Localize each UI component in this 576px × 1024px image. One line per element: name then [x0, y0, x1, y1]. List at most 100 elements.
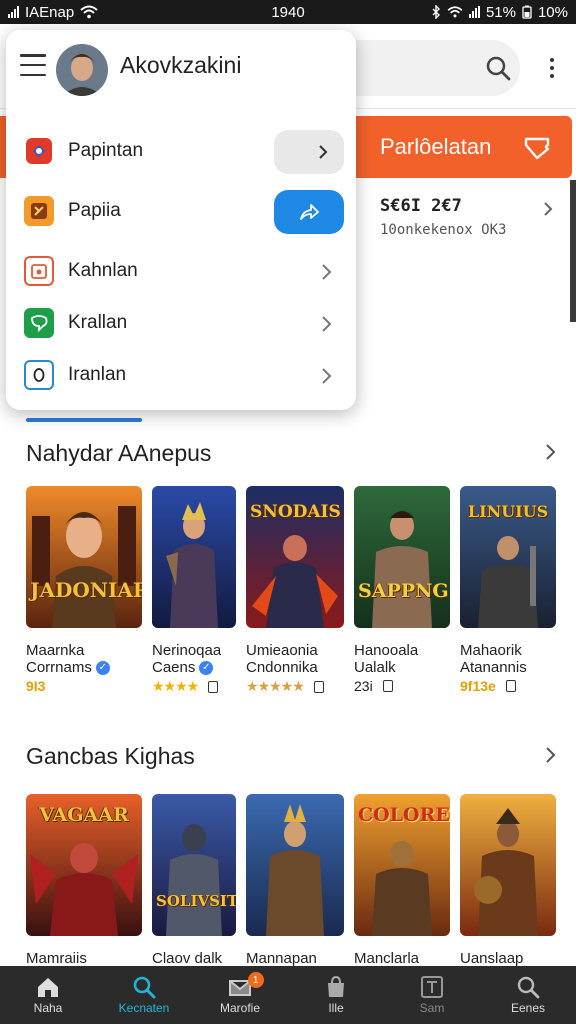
game-art-title: LINUIUS: [467, 502, 549, 521]
bluetooth-icon: [432, 5, 440, 19]
battery-percent: 51%: [485, 3, 516, 21]
tab-indicator: [26, 418, 142, 422]
nav-label: Ille: [328, 1001, 344, 1015]
rating-stars: ★★★★★: [246, 678, 305, 694]
game-title: Mamraiis: [26, 950, 87, 967]
game-title: Maarnka: [26, 642, 85, 659]
more-vert-icon[interactable]: [540, 50, 564, 86]
nav-inbox[interactable]: 1 Marofie: [192, 966, 288, 1024]
notification-badge: 1: [247, 972, 264, 988]
bag-icon: [328, 975, 344, 997]
game-thumbnail: JADONIAR: [26, 486, 142, 628]
game-thumbnail: [460, 794, 556, 936]
zero-doc-icon: [24, 360, 54, 390]
game-thumbnail: [246, 794, 344, 936]
chevron-right-icon[interactable]: [316, 262, 336, 282]
game-thumbnail: SOLIVSITE: [152, 794, 236, 936]
game-developer: Corrnams: [26, 659, 92, 676]
download-icon: [382, 680, 393, 692]
game-card[interactable]: SNODAIS Umieaonia Cndonnika ★★★★★: [246, 486, 344, 695]
status-bar: IAEnap 1940 51% 10%: [0, 0, 576, 24]
game-thumbnail: [152, 486, 236, 628]
drawer-item[interactable]: Kahnlan: [6, 246, 356, 298]
signal-icon: [468, 6, 480, 18]
drawer-item[interactable]: Papintan: [6, 126, 356, 178]
game-card[interactable]: SAPPNG Hanooala Ualalk 23i: [354, 486, 450, 695]
drawer-item[interactable]: Papiia: [6, 186, 356, 238]
game-developer: Ualalk: [354, 659, 396, 676]
nav-bag[interactable]: Ille: [288, 966, 384, 1024]
chevron-right-icon: [319, 145, 328, 159]
game-meta: 9I3: [26, 678, 46, 694]
search-button[interactable]: [478, 48, 518, 88]
nav-home[interactable]: Naha: [0, 966, 96, 1024]
game-card[interactable]: JADONIAR Maarnka Corrnams ✓ 9I3: [26, 486, 142, 695]
account-drawer: Akovkzakini Papintan Papiia Kahnlan Kral…: [6, 30, 356, 410]
game-meta: 9f13e: [460, 678, 496, 694]
download-icon: [505, 680, 516, 692]
puzzle-icon: [24, 196, 54, 226]
game-title: Claov dalk: [152, 950, 223, 967]
menu-icon[interactable]: [20, 54, 46, 76]
promo-title: S€6I 2€7: [380, 196, 462, 216]
nav-label: Eenes: [510, 1001, 546, 1015]
game-thumbnail: COLORE: [354, 794, 450, 936]
nav-search-2[interactable]: Eenes: [480, 966, 576, 1024]
side-artwork: [570, 180, 576, 322]
drawer-title: Akovkzakini: [120, 52, 242, 78]
chevron-right-icon[interactable]: [316, 314, 336, 334]
game-title: Uanslaap: [460, 950, 524, 967]
game-title: Mahaorik: [460, 642, 522, 659]
nav-label: Sam: [419, 1001, 445, 1015]
drawer-header: Akovkzakini: [6, 30, 356, 110]
chat-icon: [24, 308, 54, 338]
chevron-right-icon[interactable]: [540, 200, 556, 218]
game-art-title: JADONIAR: [30, 578, 142, 602]
chevron-right-icon[interactable]: [316, 366, 336, 386]
share-button[interactable]: [274, 190, 344, 234]
game-title: Mannapan: [246, 950, 317, 967]
game-card[interactable]: COLORE Manclarla: [354, 794, 450, 967]
carrier-label: IAEnap: [25, 3, 75, 21]
drawer-item-label: Papintan: [68, 140, 144, 161]
nav-grid[interactable]: Sam: [384, 966, 480, 1024]
avatar[interactable]: [56, 44, 108, 96]
grid-icon: [421, 976, 443, 998]
game-card[interactable]: Nerinoqaa Caens ✓ ★★★★: [152, 486, 236, 695]
drawer-item[interactable]: Iranlan: [6, 350, 356, 402]
game-title: Nerinoqaa: [152, 642, 222, 659]
game-card[interactable]: VAGAAR Mamraiis: [26, 794, 142, 967]
nav-label: Marofie: [219, 1001, 260, 1015]
promo-card[interactable]: S€6I 2€7 10onkekenox OK3: [380, 196, 506, 238]
game-meta: 23i: [354, 678, 373, 694]
game-art-title: SOLIVSITE: [156, 892, 236, 910]
wifi-icon: [80, 5, 98, 19]
battery-icon: [522, 5, 532, 19]
share-icon: [300, 204, 319, 220]
wifi-icon: [447, 6, 463, 18]
search-icon: [486, 56, 511, 81]
section-title: Gancbas Kighas: [26, 743, 195, 769]
download-icon: [208, 680, 219, 693]
game-card[interactable]: LINUIUS Mahaorik Atanannis 9f13e: [460, 486, 556, 695]
drawer-item-label: Kahnlan: [68, 260, 138, 281]
game-art-title: SNODAIS: [250, 502, 341, 522]
red-app-icon: [24, 136, 54, 166]
rating-stars: ★★★★: [152, 678, 199, 694]
game-card[interactable]: SOLIVSITE Claov dalk: [152, 794, 236, 967]
game-thumbnail: SNODAIS: [246, 486, 344, 628]
calendar-icon: [24, 256, 54, 286]
promo-subtitle: 10onkekenox OK3: [380, 222, 507, 238]
bottom-navigation: Naha Kecnaten 1 Marofie Ille Sam Eenes: [0, 966, 576, 1024]
game-title: Manclarla: [354, 950, 420, 967]
open-button[interactable]: [274, 130, 344, 174]
chevron-right-icon[interactable]: [540, 745, 560, 765]
game-card[interactable]: Mannapan: [246, 794, 344, 967]
nav-search[interactable]: Kecnaten: [96, 966, 192, 1024]
chevron-right-icon[interactable]: [540, 442, 560, 462]
game-thumbnail: LINUIUS: [460, 486, 556, 628]
game-developer: Cndonnika: [246, 659, 318, 676]
game-card[interactable]: Uanslaap: [460, 794, 556, 967]
drawer-item[interactable]: Krallan: [6, 298, 356, 350]
game-developer: Atanannis: [460, 659, 527, 676]
